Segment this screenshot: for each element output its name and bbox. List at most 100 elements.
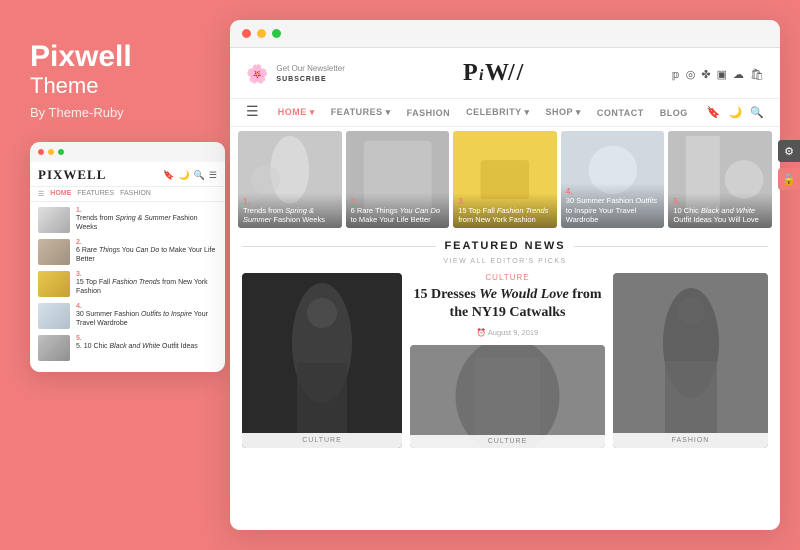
- mini-article-title-2: 6 Rare Things You Can Do to Make Your Li…: [76, 246, 217, 264]
- main-dot-green: [272, 29, 281, 38]
- hero-slide-3[interactable]: 3. 15 Top Fall Fashion Trends from New Y…: [453, 131, 557, 228]
- slide-num-4: 4.: [566, 187, 660, 196]
- mini-article-image-3: [38, 271, 70, 297]
- featured-right-article[interactable]: FASHION: [613, 273, 768, 448]
- site-nav: ☰ HOME ▾ FEATURES ▾ FASHION CELEBRITY ▾ …: [230, 99, 780, 127]
- nav-item-features[interactable]: FEATURES ▾: [331, 107, 391, 118]
- featured-header: FEATURED NEWS: [242, 240, 768, 252]
- social-icon-4: ▣: [717, 68, 727, 81]
- mini-article-text-5: 5. 5. 10 Chic Black and White Outfit Ide…: [76, 335, 217, 351]
- hero-slide-2[interactable]: 2. 6 Rare Things You Can Do to Make Your…: [346, 131, 450, 228]
- hero-slide-overlay-3: 3. 15 Top Fall Fashion Trends from New Y…: [453, 193, 557, 229]
- mini-article-num-1: 1.: [76, 207, 217, 214]
- mini-article-image-4: [38, 303, 70, 329]
- list-item: 1. Trends from Spring & Summer Fashion W…: [38, 207, 217, 233]
- hero-slide-5[interactable]: 5. 10 Chic Black and White Outfit Ideas …: [668, 131, 772, 228]
- mini-nav-hamburger: ☰: [38, 190, 44, 198]
- hero-slide-4[interactable]: 4. 30 Summer Fashion Outfits to Inspire …: [561, 131, 665, 228]
- slide-num-2: 2.: [351, 197, 445, 206]
- mini-article-image-1: [38, 207, 70, 233]
- hero-slide-overlay-1: 1. Trends from Spring & Summer Fashion W…: [238, 193, 342, 229]
- featured-center-label: CULTURE: [410, 435, 605, 448]
- bookmark-icon[interactable]: 🔖: [707, 106, 721, 119]
- social-icon-6: 🛍: [750, 68, 764, 81]
- hero-slider: 1. Trends from Spring & Summer Fashion W…: [230, 127, 780, 232]
- search-icon[interactable]: 🔍: [750, 106, 764, 119]
- social-icon-3: ✤: [701, 68, 710, 81]
- brand-name: Pixwell: [30, 40, 132, 73]
- hamburger-icon[interactable]: ☰: [246, 104, 259, 121]
- social-icon-2: ◎: [686, 68, 696, 81]
- featured-center-date: ⏰ August 9, 2019: [410, 328, 605, 337]
- featured-section: FEATURED NEWS VIEW ALL EDITOR'S PICKS: [230, 232, 780, 530]
- list-item: 4. 30 Summer Fashion Outfits to Inspire …: [38, 303, 217, 329]
- site-header: 🌸 Get Our Newsletter SUBSCRIBE P i W //: [230, 48, 780, 99]
- brand-theme: Theme: [30, 73, 98, 99]
- featured-right-label: FASHION: [613, 433, 768, 448]
- newsletter-pre: Get Our Newsletter: [276, 64, 344, 74]
- mini-article-num-5: 5.: [76, 335, 217, 342]
- social-icon-5: ☁: [733, 68, 744, 81]
- featured-subtitle[interactable]: VIEW ALL EDITOR'S PICKS: [242, 258, 768, 265]
- main-browser: 🌸 Get Our Newsletter SUBSCRIBE P i W //: [230, 20, 780, 530]
- featured-center-secondary-img[interactable]: CULTURE: [410, 345, 605, 448]
- nav-item-celebrity[interactable]: CELEBRITY ▾: [466, 107, 529, 118]
- nav-item-blog[interactable]: BLOG: [660, 108, 688, 118]
- left-panel: Pixwell Theme By Theme-Ruby PIXWELL 🔖 🌙 …: [0, 0, 230, 550]
- slide-num-3: 3.: [458, 197, 552, 206]
- mini-logo: PIXWELL: [38, 167, 106, 183]
- mini-article-text-3: 3. 15 Top Fall Fashion Trends from New Y…: [76, 271, 217, 296]
- hero-slide-overlay-2: 2. 6 Rare Things You Can Do to Make Your…: [346, 193, 450, 229]
- slide-title-5: 10 Chic Black and White Outfit Ideas You…: [673, 206, 767, 226]
- hero-slide-overlay-5: 5. 10 Chic Black and White Outfit Ideas …: [668, 193, 772, 229]
- featured-line-left: [242, 246, 436, 247]
- main-content: 🌸 Get Our Newsletter SUBSCRIBE P i W //: [230, 48, 780, 530]
- newsletter-icon: 🌸: [246, 64, 268, 85]
- site-logo: P i W //: [345, 56, 672, 92]
- site-nav-right: 🔖 🌙 🔍: [707, 106, 764, 119]
- moon-icon[interactable]: 🌙: [729, 106, 743, 119]
- mini-article-title-5: 5. 10 Chic Black and White Outfit Ideas: [76, 342, 217, 351]
- mini-article-title-3: 15 Top Fall Fashion Trends from New York…: [76, 278, 217, 296]
- site-logo-svg: P i W //: [463, 56, 553, 86]
- mini-articles: 1. Trends from Spring & Summer Fashion W…: [30, 202, 225, 372]
- mini-nav-fashion: FASHION: [120, 190, 151, 198]
- svg-text:P: P: [463, 60, 480, 86]
- mini-browser-header: PIXWELL 🔖 🌙 🔍 ☰: [30, 162, 225, 187]
- featured-center-category: CULTURE: [410, 273, 605, 282]
- mini-search-icon: 🔍: [194, 170, 205, 181]
- featured-right-img: [613, 273, 768, 448]
- mini-browser-preview: PIXWELL 🔖 🌙 🔍 ☰ ☰ HOME FEATURES FASHION …: [30, 142, 225, 372]
- featured-main-article[interactable]: CULTURE: [242, 273, 402, 448]
- mini-browser-bar: [30, 142, 225, 162]
- main-dot-yellow: [257, 29, 266, 38]
- gear-button[interactable]: ⚙: [778, 140, 800, 162]
- site-header-left: 🌸 Get Our Newsletter SUBSCRIBE: [246, 64, 345, 85]
- slide-title-4: 30 Summer Fashion Outfits to Inspire You…: [566, 196, 660, 225]
- nav-item-fashion[interactable]: FASHION: [407, 108, 451, 118]
- mini-header-icons: 🔖 🌙 🔍 ☰: [163, 170, 217, 181]
- slide-title-2: 6 Rare Things You Can Do to Make Your Li…: [351, 206, 445, 226]
- featured-center-content: CULTURE 15 Dresses We Would Love from th…: [410, 273, 605, 448]
- brand-by: By Theme-Ruby: [30, 105, 124, 120]
- featured-center-title: 15 Dresses We Would Love from the NY19 C…: [410, 286, 605, 322]
- nav-item-contact[interactable]: CONTACT: [597, 108, 644, 118]
- mini-article-num-2: 2.: [76, 239, 217, 246]
- featured-main-label: CULTURE: [242, 433, 402, 448]
- nav-item-home[interactable]: HOME ▾: [278, 107, 315, 118]
- mini-article-num-3: 3.: [76, 271, 217, 278]
- svg-text://: //: [507, 60, 525, 86]
- hero-slide-1[interactable]: 1. Trends from Spring & Summer Fashion W…: [238, 131, 342, 228]
- nav-item-shop[interactable]: SHOP ▾: [546, 107, 581, 118]
- list-item: 2. 6 Rare Things You Can Do to Make Your…: [38, 239, 217, 265]
- mini-nav-home: HOME: [50, 190, 71, 198]
- featured-title: FEATURED NEWS: [444, 240, 565, 252]
- lock-button[interactable]: 🔒: [778, 168, 800, 190]
- slide-title-3: 15 Top Fall Fashion Trends from New York…: [458, 206, 552, 226]
- mini-article-num-4: 4.: [76, 303, 217, 310]
- subscribe-label[interactable]: SUBSCRIBE: [276, 75, 344, 84]
- list-item: 5. 5. 10 Chic Black and White Outfit Ide…: [38, 335, 217, 361]
- slide-title-1: Trends from Spring & Summer Fashion Week…: [243, 206, 337, 226]
- mini-nav-features: FEATURES: [77, 190, 114, 198]
- mini-article-text-4: 4. 30 Summer Fashion Outfits to Inspire …: [76, 303, 217, 328]
